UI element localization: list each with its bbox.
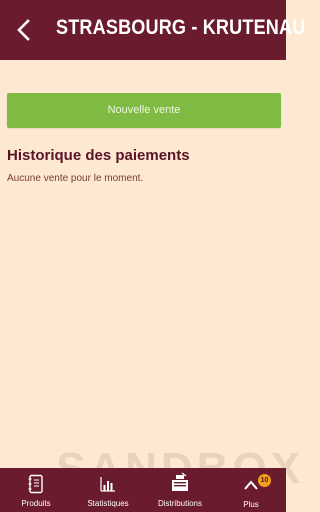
tab-label: Produits — [21, 499, 51, 508]
tab-statistiques[interactable]: Statistiques — [72, 468, 144, 512]
book-icon — [28, 474, 43, 494]
tab-label: Plus — [243, 500, 259, 509]
top-app-bar: STRASBOURG - KRUTENAU — [0, 0, 305, 60]
page-title: STRASBOURG - KRUTENAU — [56, 16, 306, 39]
tab-distributions[interactable]: Distributions — [144, 468, 216, 512]
box-icon — [172, 472, 188, 491]
empty-state-message: Aucune vente pour le moment. — [7, 173, 144, 184]
new-sale-button[interactable]: Nouvelle vente — [7, 93, 281, 128]
payment-history-heading: Historique des paiements — [7, 147, 190, 164]
chevron-left-icon[interactable] — [14, 18, 34, 42]
bar-chart-icon — [100, 477, 115, 492]
tab-produits[interactable]: Produits — [0, 468, 72, 512]
tab-plus[interactable]: Plus — [216, 468, 286, 512]
tab-label: Distributions — [157, 499, 202, 508]
tab-label: Statistiques — [87, 499, 129, 508]
bottom-navigation: Produits Statistiques Distributions Plus — [0, 468, 286, 512]
notification-badge: 10 — [258, 474, 271, 487]
